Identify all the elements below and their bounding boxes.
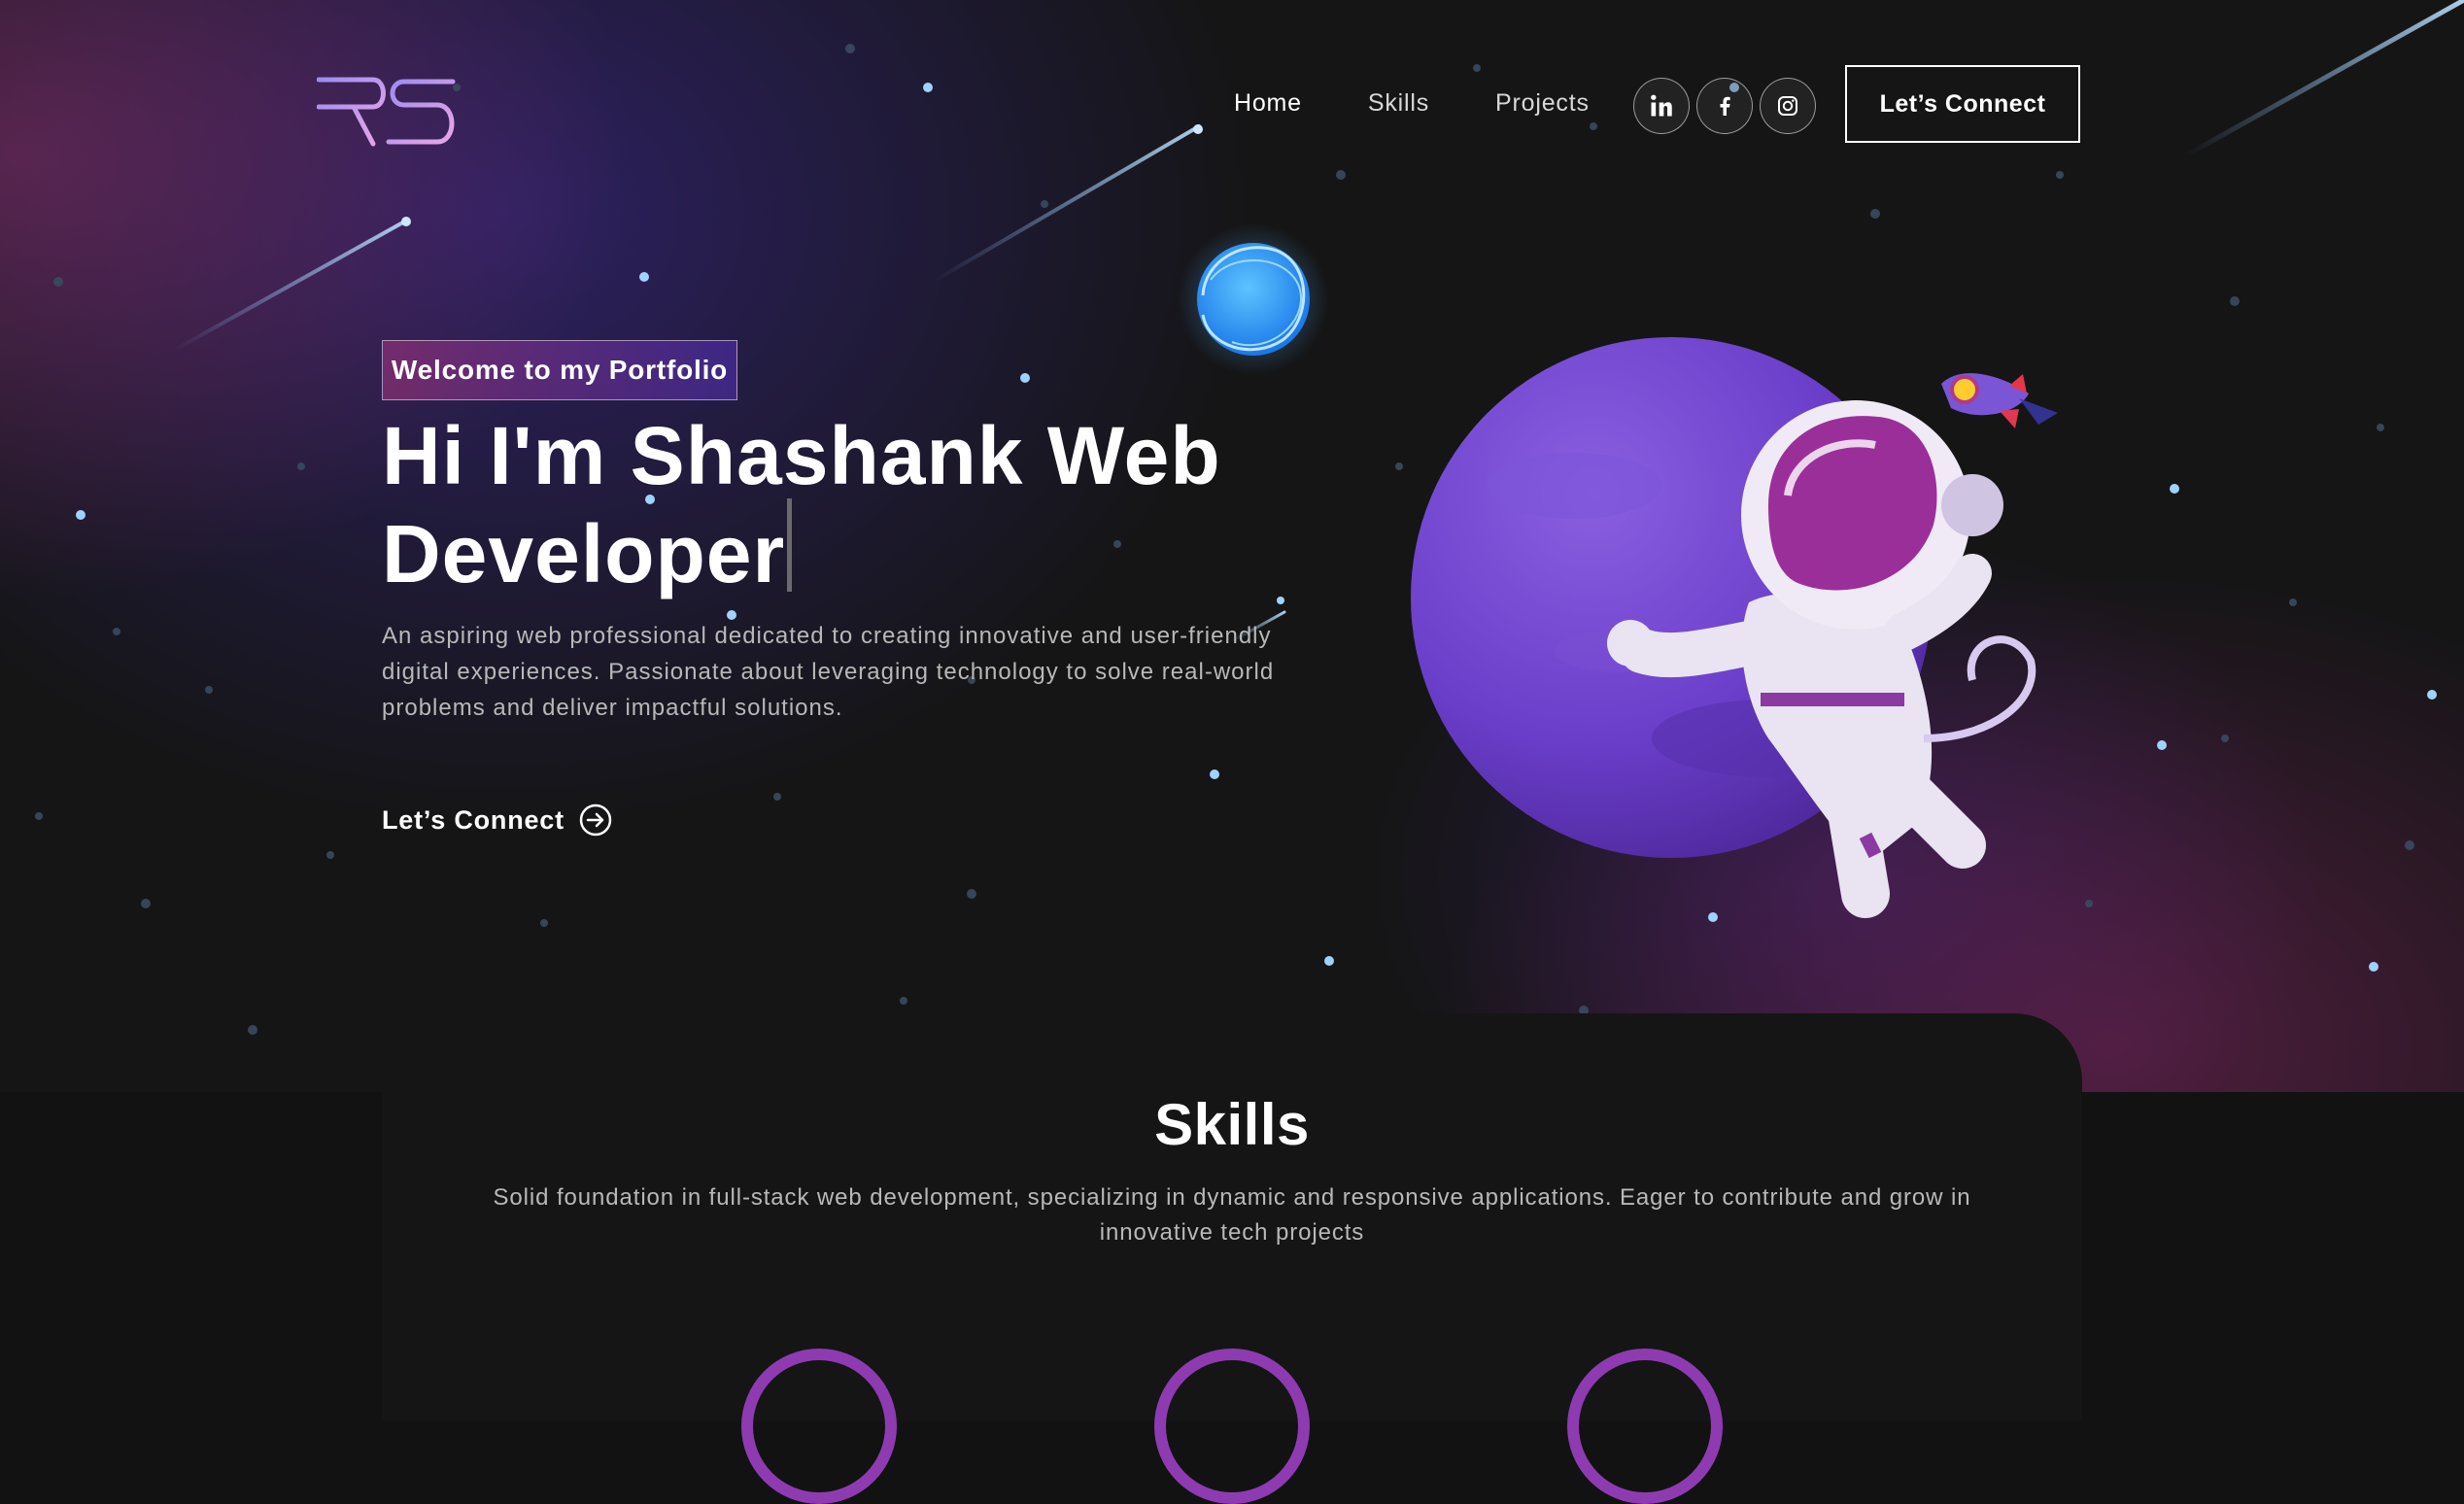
hero-connect-label: Let’s Connect (382, 804, 565, 835)
skill-progress-ring (741, 1349, 897, 1504)
linkedin-button[interactable] (1633, 78, 1690, 134)
navbar: Home Skills Projects Let’s Connect (0, 0, 2464, 210)
skill-progress-ring (1567, 1349, 1723, 1504)
typing-cursor (787, 498, 793, 592)
skills-title: Skills (1154, 1092, 1310, 1157)
linkedin-icon (1651, 94, 1672, 117)
welcome-tagline: Welcome to my Portfolio (382, 340, 737, 400)
nav-link-skills[interactable]: Skills (1335, 78, 1462, 129)
hero-description: An aspiring web professional dedicated t… (382, 623, 1275, 721)
instagram-button[interactable] (1760, 78, 1816, 134)
skills-section: Skills Solid foundation in full-stack we… (382, 1013, 2082, 1504)
facebook-button[interactable] (1696, 78, 1753, 134)
instagram-icon (1778, 96, 1797, 116)
nav-link-projects[interactable]: Projects (1462, 78, 1623, 129)
hero-headline: Hi I'm Shashank Web Developer (382, 413, 1315, 597)
arrow-right-circle-icon (579, 803, 612, 837)
hero-connect-link[interactable]: Let’s Connect (382, 803, 613, 837)
lets-connect-button[interactable]: Let’s Connect (1845, 65, 2080, 143)
nav-links: Home Skills Projects (1201, 78, 1623, 129)
hero-headline-text: Hi I'm Shashank Web Developer (382, 410, 1221, 599)
logo-rs[interactable] (317, 74, 458, 152)
skill-progress-ring (1154, 1349, 1310, 1504)
facebook-icon (1720, 96, 1730, 116)
social-links (1633, 78, 1816, 134)
nav-link-home[interactable]: Home (1201, 78, 1335, 129)
skills-description: Solid foundation in full-stack web devel… (493, 1184, 1971, 1246)
rocket-illustration (1941, 373, 2058, 428)
